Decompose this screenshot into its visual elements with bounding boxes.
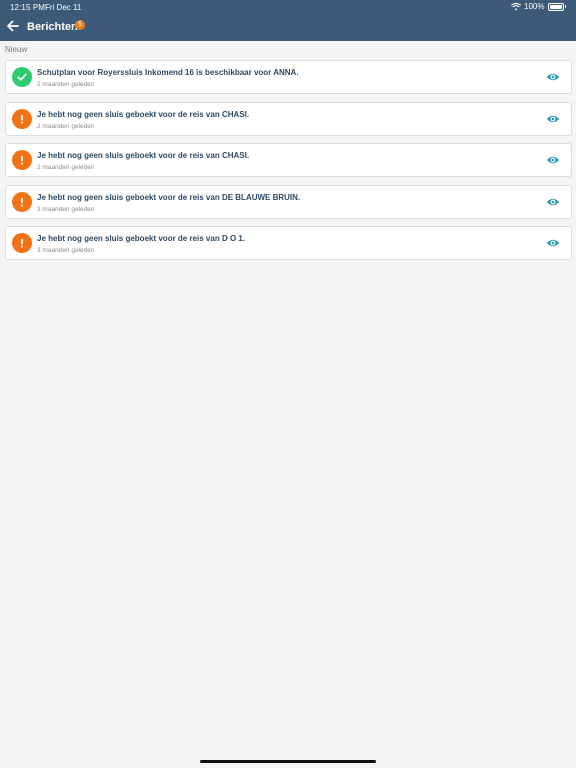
eye-icon[interactable]	[546, 155, 560, 165]
exclamation-icon	[12, 233, 32, 253]
back-arrow-icon[interactable]	[6, 19, 20, 33]
message-title: Schutplan voor Royerssluis Inkomend 16 i…	[37, 68, 299, 77]
message-time: 3 maanden geleden	[37, 205, 95, 213]
exclamation-icon	[12, 191, 32, 212]
message-list: Schutplan voor Royerssluis Inkomend 16 i…	[5, 60, 572, 268]
page-title: Berichten	[27, 21, 78, 33]
exclamation-icon	[12, 150, 32, 170]
eye-icon[interactable]	[546, 114, 560, 124]
status-time: 12:15 PM	[10, 3, 46, 12]
message-title: Je hebt nog geen sluis geboekt voor de r…	[37, 151, 250, 160]
top-bar: 12:15 PM Fri Dec 11 100% Berichten 5	[0, 0, 576, 41]
wifi-icon	[511, 2, 522, 10]
unread-count-badge: 5	[75, 20, 85, 30]
section-label-new: Nieuw	[5, 45, 28, 54]
message-item[interactable]: Je hebt nog geen sluis geboekt voor de r…	[5, 184, 572, 219]
message-item[interactable]: Je hebt nog geen sluis geboekt voor de r…	[5, 226, 572, 260]
message-item[interactable]: Je hebt nog geen sluis geboekt voor de r…	[5, 143, 572, 177]
status-date: Fri Dec 11	[45, 3, 82, 12]
eye-icon[interactable]	[546, 197, 560, 207]
message-title: Je hebt nog geen sluis geboekt voor de r…	[37, 234, 246, 243]
battery-tip	[564, 5, 566, 8]
message-title: Je hebt nog geen sluis geboekt voor de r…	[37, 192, 301, 202]
message-time: 2 maanden geleden	[37, 122, 95, 130]
message-time: 2 maanden geleden	[37, 164, 95, 171]
message-item[interactable]: Schutplan voor Royerssluis Inkomend 16 i…	[5, 60, 572, 94]
eye-icon[interactable]	[546, 72, 560, 82]
home-indicator[interactable]	[200, 760, 376, 763]
message-title: Je hebt nog geen sluis geboekt voor de r…	[37, 109, 250, 119]
message-time: 3 maanden geleden	[37, 247, 95, 254]
exclamation-icon	[12, 108, 32, 129]
message-time: 2 maanden geleden	[37, 81, 95, 88]
battery-percent: 100%	[524, 2, 545, 11]
message-item[interactable]: Je hebt nog geen sluis geboekt voor de r…	[5, 101, 572, 136]
status-indicators: 100%	[511, 2, 566, 11]
battery-icon	[547, 2, 564, 11]
check-icon	[12, 67, 32, 87]
eye-icon[interactable]	[546, 238, 560, 248]
